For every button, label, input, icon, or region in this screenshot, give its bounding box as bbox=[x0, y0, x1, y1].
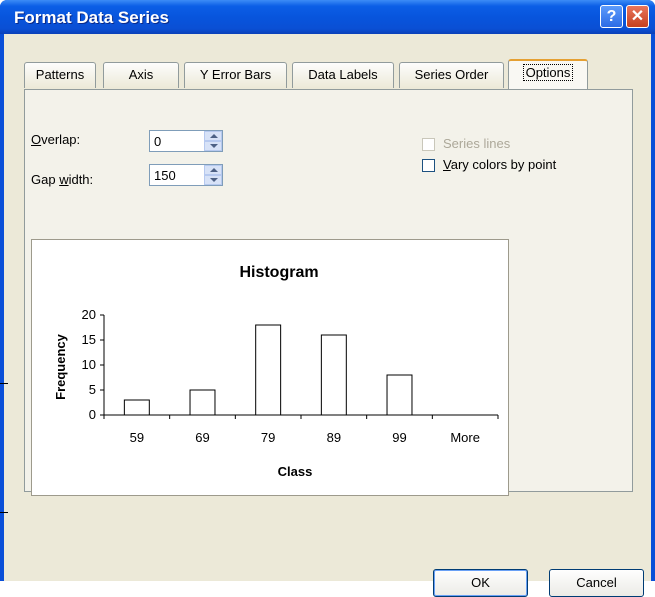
histogram-bar bbox=[255, 324, 282, 416]
format-data-series-window: Format Data Series ? ✕ Patterns Axis Y E… bbox=[0, 0, 655, 597]
y-tick-label: 20 bbox=[82, 307, 96, 322]
series-lines-label: Series lines bbox=[443, 136, 511, 151]
window-title: Format Data Series bbox=[14, 8, 169, 27]
overlap-spinner[interactable]: 0 bbox=[149, 130, 223, 152]
help-button[interactable]: ? bbox=[600, 5, 623, 28]
gap-width-label: Gap width: bbox=[31, 172, 94, 187]
tab-patterns[interactable]: Patterns bbox=[24, 62, 96, 88]
gap-width-up-arrow-icon[interactable] bbox=[204, 165, 222, 175]
gap-width-down-arrow-icon[interactable] bbox=[204, 175, 222, 185]
overlap-label: Overlap: bbox=[31, 132, 81, 147]
tab-series-order[interactable]: Series Order bbox=[399, 62, 504, 88]
x-tick-label: 89 bbox=[327, 430, 341, 445]
x-tick-label: 79 bbox=[261, 430, 275, 445]
overlap-down-arrow-icon[interactable] bbox=[204, 141, 222, 151]
series-lines-checkbox[interactable] bbox=[422, 138, 435, 151]
dialog-client-area: Patterns Axis Y Error Bars Data Labels S… bbox=[4, 34, 651, 597]
vary-colors-label: Vary colors by point bbox=[443, 157, 557, 172]
title-bar[interactable]: Format Data Series ? ✕ bbox=[0, 0, 655, 34]
histogram-bar bbox=[123, 399, 150, 416]
x-tick-label: 59 bbox=[130, 430, 144, 445]
x-tick-label: 99 bbox=[392, 430, 406, 445]
gap-width-value[interactable]: 150 bbox=[154, 168, 176, 183]
ok-button[interactable]: OK bbox=[433, 569, 528, 597]
tab-options-label: Options bbox=[522, 64, 574, 81]
x-tick-label: More bbox=[450, 430, 480, 445]
y-tick-label: 5 bbox=[89, 382, 96, 397]
cancel-button[interactable]: Cancel bbox=[549, 569, 644, 597]
chart-title: Histogram bbox=[239, 264, 318, 281]
vary-colors-checkbox[interactable] bbox=[422, 159, 435, 172]
histogram-bar bbox=[320, 334, 347, 416]
y-tick-label: 0 bbox=[89, 407, 96, 422]
gap-width-spinner[interactable]: 150 bbox=[149, 164, 223, 186]
overlap-up-arrow-icon[interactable] bbox=[204, 131, 222, 141]
tab-data-labels[interactable]: Data Labels bbox=[292, 62, 394, 88]
close-button[interactable]: ✕ bbox=[626, 5, 649, 28]
histogram-bar bbox=[386, 374, 413, 416]
tab-axis[interactable]: Axis bbox=[103, 62, 179, 88]
x-axis-label: Class bbox=[278, 464, 313, 479]
overlap-value[interactable]: 0 bbox=[154, 134, 161, 149]
tab-options[interactable]: Options bbox=[508, 59, 588, 90]
edge-mark bbox=[0, 383, 8, 384]
x-tick-label: 69 bbox=[195, 430, 209, 445]
histogram-bar bbox=[189, 389, 216, 416]
y-tick-label: 15 bbox=[82, 332, 96, 347]
chart-preview: Histogram Frequency Class 0 5 10 15 20 59 69 79… bbox=[31, 239, 509, 496]
y-tick-label: 10 bbox=[82, 357, 96, 372]
histogram-chart: Histogram Frequency Class 0 5 10 15 20 59 69 79… bbox=[53, 264, 499, 479]
y-axis-label: Frequency bbox=[53, 333, 68, 400]
tab-y-error-bars[interactable]: Y Error Bars bbox=[184, 62, 287, 88]
edge-mark bbox=[0, 512, 8, 513]
